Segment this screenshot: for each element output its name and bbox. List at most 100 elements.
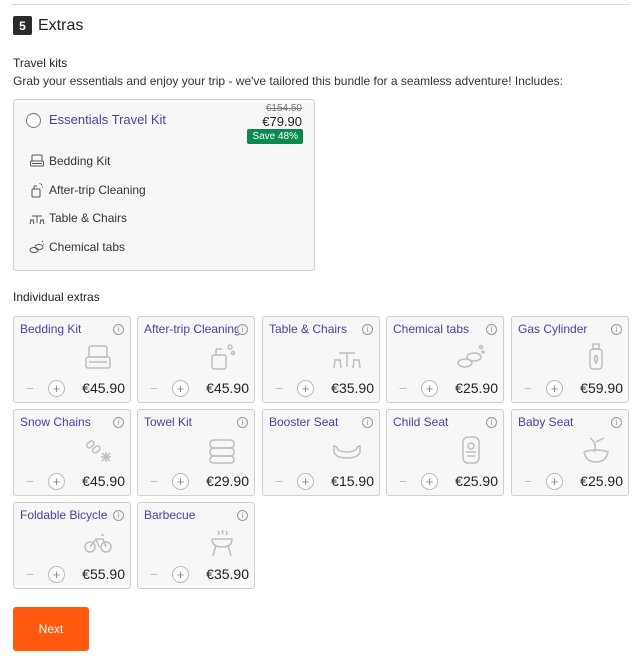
snow-chains-icon [85, 440, 111, 462]
decrease-quantity-button[interactable]: − [522, 381, 534, 395]
extra-price: €25.90 [455, 380, 498, 396]
individual-extras-heading: Individual extras [13, 290, 100, 304]
decrease-quantity-button[interactable]: − [522, 474, 534, 488]
essentials-travel-kit-card[interactable]: Essentials Travel Kit €154.50 €79.90 Sav… [13, 99, 315, 271]
extra-name: Foldable Bicycle [20, 508, 108, 522]
extra-card-towel-kit[interactable]: Towel Kit i − + €29.90 [137, 409, 255, 496]
decrease-quantity-button[interactable]: − [397, 474, 409, 488]
extra-name: Barbecue [144, 508, 196, 522]
decrease-quantity-button[interactable]: − [24, 381, 36, 395]
extra-name: After-trip Cleaning [144, 322, 241, 336]
extra-card-booster-seat[interactable]: Booster Seat i − + €15.90 [262, 409, 380, 496]
increase-quantity-button[interactable]: + [546, 380, 563, 397]
extra-card-table-chairs[interactable]: Table & Chairs i − + €35.90 [262, 316, 380, 403]
decrease-quantity-button[interactable]: − [148, 381, 160, 395]
info-icon[interactable]: i [362, 417, 373, 428]
extra-name: Baby Seat [518, 415, 574, 429]
extra-price: €59.90 [580, 380, 623, 396]
info-icon[interactable]: i [486, 324, 497, 335]
top-divider [12, 4, 630, 5]
info-icon[interactable]: i [113, 510, 124, 521]
decrease-quantity-button[interactable]: − [397, 381, 409, 395]
extra-card-child-seat[interactable]: Child Seat i − + €25.90 [386, 409, 504, 496]
extra-name: Table & Chairs [269, 322, 348, 336]
chemical-tabs-icon [29, 240, 44, 253]
increase-quantity-button[interactable]: + [297, 473, 314, 490]
info-icon[interactable]: i [611, 417, 622, 428]
kit-include-item: Bedding Kit [29, 153, 110, 169]
step-title: Extras [38, 16, 84, 34]
info-icon[interactable]: i [237, 417, 248, 428]
decrease-quantity-button[interactable]: − [24, 567, 36, 581]
extra-card-snow-chains[interactable]: Snow Chains i − + €45.90 [13, 409, 131, 496]
extra-card-baby-seat[interactable]: Baby Seat i − + €25.90 [511, 409, 629, 496]
extra-price: €35.90 [331, 380, 374, 396]
extra-name: Booster Seat [269, 415, 339, 429]
kit-name[interactable]: Essentials Travel Kit [49, 112, 166, 127]
child-seat-icon [462, 436, 480, 464]
extra-card-gas-cylinder[interactable]: Gas Cylinder i − + €59.90 [511, 316, 629, 403]
cleaning-icon [31, 183, 43, 198]
next-button[interactable]: Next [13, 607, 89, 651]
extra-name: Gas Cylinder [518, 322, 588, 336]
extra-price: €15.90 [331, 473, 374, 489]
towel-icon [209, 439, 235, 464]
kit-include-label: Table & Chairs [49, 211, 128, 225]
kit-include-label: Bedding Kit [49, 154, 111, 168]
extra-card-barbecue[interactable]: Barbecue i − + €35.90 [137, 502, 255, 589]
decrease-quantity-button[interactable]: − [24, 474, 36, 488]
info-icon[interactable]: i [237, 510, 248, 521]
extra-card-chemical-tabs[interactable]: Chemical tabs i − + €25.90 [386, 316, 504, 403]
kit-include-label: Chemical tabs [49, 240, 126, 254]
baby-seat-icon [583, 437, 609, 463]
extra-name: Chemical tabs [393, 322, 470, 336]
extra-price: €25.90 [455, 473, 498, 489]
extra-price: €45.90 [82, 380, 125, 396]
info-icon[interactable]: i [362, 324, 373, 335]
step-number: 5 [13, 16, 32, 35]
kit-save-badge: Save 48% [247, 129, 303, 144]
increase-quantity-button[interactable]: + [421, 380, 438, 397]
kit-include-item: Chemical tabs [29, 239, 125, 255]
extra-price: €55.90 [82, 566, 125, 582]
extra-price: €45.90 [206, 380, 249, 396]
increase-quantity-button[interactable]: + [172, 473, 189, 490]
travel-kits-heading: Travel kits [13, 56, 68, 70]
decrease-quantity-button[interactable]: − [148, 567, 160, 581]
kit-price: €79.90 [262, 114, 302, 129]
extra-card-bedding-kit[interactable]: Bedding Kit i − + €45.90 [13, 316, 131, 403]
decrease-quantity-button[interactable]: − [148, 474, 160, 488]
travel-kits-description: Grab your essentials and enjoy your trip… [13, 74, 563, 88]
kit-include-item: Table & Chairs [29, 210, 127, 226]
step-header: 5 Extras [13, 16, 83, 35]
increase-quantity-button[interactable]: + [48, 380, 65, 397]
extra-name: Bedding Kit [20, 322, 82, 336]
increase-quantity-button[interactable]: + [297, 380, 314, 397]
barbecue-icon [211, 529, 233, 557]
increase-quantity-button[interactable]: + [172, 566, 189, 583]
kit-original-price: €154.50 [265, 103, 302, 114]
bicycle-icon [84, 534, 112, 553]
extra-price: €45.90 [82, 473, 125, 489]
extra-card-after-trip-cleaning[interactable]: After-trip Cleaning i − + €45.90 [137, 316, 255, 403]
decrease-quantity-button[interactable]: − [273, 381, 285, 395]
increase-quantity-button[interactable]: + [48, 566, 65, 583]
info-icon[interactable]: i [113, 417, 124, 428]
table-chairs-icon [29, 215, 45, 225]
info-icon[interactable]: i [611, 324, 622, 335]
info-icon[interactable]: i [113, 324, 124, 335]
bedding-icon [30, 154, 44, 167]
bedding-icon [85, 345, 111, 369]
decrease-quantity-button[interactable]: − [273, 474, 285, 488]
extra-price: €29.90 [206, 473, 249, 489]
extra-name: Child Seat [393, 415, 449, 429]
extra-name: Towel Kit [144, 415, 193, 429]
increase-quantity-button[interactable]: + [48, 473, 65, 490]
info-icon[interactable]: i [237, 324, 248, 335]
increase-quantity-button[interactable]: + [172, 380, 189, 397]
kit-radio-button[interactable] [26, 113, 41, 128]
increase-quantity-button[interactable]: + [421, 473, 438, 490]
increase-quantity-button[interactable]: + [546, 473, 563, 490]
extra-card-foldable-bicycle[interactable]: Foldable Bicycle i − + €55.90 [13, 502, 131, 589]
info-icon[interactable]: i [486, 417, 497, 428]
